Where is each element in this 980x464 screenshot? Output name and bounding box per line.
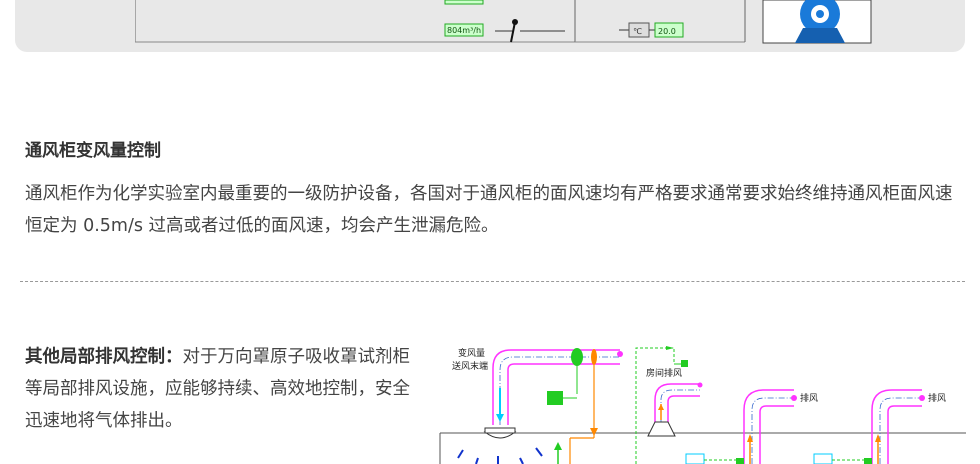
section-title-fume-hood: 通风柜变风量控制 bbox=[25, 141, 161, 161]
monitor-diagram-card: 804m³/h ℃ 20.0 bbox=[15, 0, 965, 52]
airflow-readout: 804m³/h bbox=[444, 23, 484, 37]
label-exhaust-1: 排风 bbox=[800, 392, 818, 404]
section-body-fume-hood: 通风柜作为化学实验室内最重要的一级防护设备，各国对于通风柜的面风速均有严格要求通… bbox=[25, 184, 953, 236]
orange-valve-icon bbox=[591, 349, 597, 365]
section-title-local-exhaust: 其他局部排风控制： bbox=[25, 347, 183, 367]
svg-text:804m³/h: 804m³/h bbox=[447, 26, 481, 35]
section-divider bbox=[20, 281, 965, 282]
supply-valve-icon bbox=[571, 348, 583, 366]
label-supply-line1: 变风量 bbox=[458, 347, 485, 359]
label-exhaust-2: 排风 bbox=[928, 392, 946, 404]
svg-text:20.0: 20.0 bbox=[658, 27, 676, 36]
local-exhaust-diagram: 变风量 送风末端 房间排风 排风 排风 bbox=[439, 346, 966, 464]
label-room-exhaust: 房间排风 bbox=[646, 367, 682, 379]
supply-controller bbox=[547, 391, 563, 405]
exhaust-duct-1 bbox=[685, 389, 797, 464]
monitor-diagram-top: 804m³/h ℃ 20.0 bbox=[135, 0, 872, 44]
svg-text:℃: ℃ bbox=[633, 27, 642, 36]
airflow-arrows bbox=[457, 447, 543, 464]
air-valve-icon bbox=[495, 19, 565, 43]
label-supply-line2: 送风末端 bbox=[452, 360, 488, 372]
thermometer-sensor-icon: ℃ 20.0 bbox=[619, 22, 684, 38]
section-local-exhaust: 其他局部排风控制：对于万向罩原子吸收罩试剂柜等局部排风设施，应能够持续、高效地控… bbox=[25, 341, 415, 437]
fan-icon bbox=[762, 0, 872, 44]
room-exhaust-duct bbox=[647, 382, 703, 437]
exhaust-duct-2 bbox=[813, 389, 925, 464]
